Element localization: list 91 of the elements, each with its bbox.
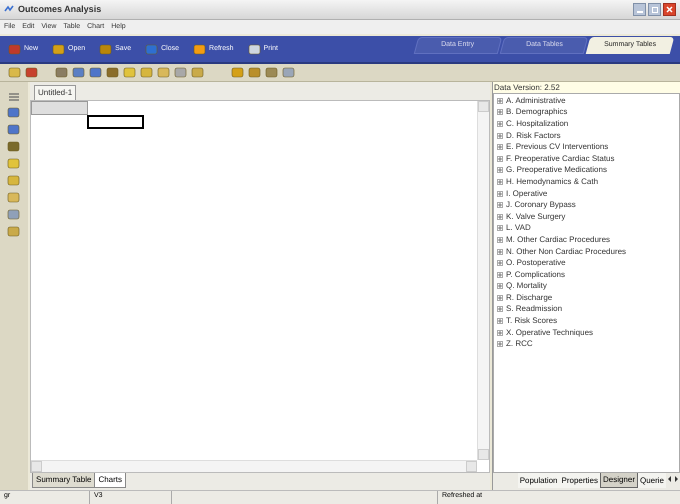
tool-icon[interactable] <box>7 174 21 187</box>
maximize-button[interactable] <box>648 3 661 16</box>
expand-toggle[interactable] <box>497 283 503 290</box>
tree-item[interactable]: K. Valve Surgery <box>506 210 566 223</box>
tool-icon[interactable] <box>52 42 66 56</box>
tool-icon[interactable] <box>248 66 262 79</box>
expand-toggle[interactable] <box>497 178 503 185</box>
tool-icon[interactable] <box>140 66 154 79</box>
tool-icon[interactable] <box>193 42 208 56</box>
tool-icon[interactable] <box>7 106 21 119</box>
tool-icon[interactable] <box>231 66 245 79</box>
expand-toggle[interactable] <box>497 260 503 266</box>
tree-item[interactable]: H. Hemodynamics & Cath <box>506 176 598 188</box>
tree-item[interactable]: Q. Mortality <box>506 280 547 292</box>
vertical-scrollbar[interactable] <box>477 101 489 460</box>
tool-icon[interactable] <box>174 66 188 79</box>
tree-item[interactable]: I. Operative <box>506 188 548 200</box>
tool-icon[interactable] <box>7 225 21 238</box>
expand-toggle[interactable] <box>497 236 503 243</box>
tree-item[interactable]: D. Risk Factors <box>506 130 561 142</box>
panel-tab[interactable]: Designer <box>600 473 638 488</box>
expand-toggle[interactable] <box>497 294 503 301</box>
tool-icon[interactable] <box>7 123 21 136</box>
list-icon[interactable] <box>8 92 20 102</box>
tool-icon[interactable] <box>89 66 103 79</box>
tool-icon[interactable] <box>265 66 279 79</box>
tool-icon[interactable] <box>106 66 120 79</box>
expand-toggle[interactable] <box>497 167 503 174</box>
tree-item[interactable]: S. Readmission <box>506 303 562 316</box>
close-icon <box>666 6 673 13</box>
tree-item[interactable]: C. Hospitalization <box>506 118 568 130</box>
expand-toggle[interactable] <box>497 248 503 255</box>
expand-toggle[interactable] <box>497 132 503 139</box>
tree-item[interactable]: M. Other Cardiac Procedures <box>506 234 610 246</box>
tree-item[interactable]: A. Administrative <box>506 94 566 107</box>
tree-item[interactable]: P. Complications <box>506 268 565 281</box>
tree-item[interactable]: G. Preoperative Medications <box>506 164 607 176</box>
data-version-label: Data Version: 2.52 <box>493 82 680 93</box>
tool-icon[interactable] <box>7 208 21 221</box>
view-tab[interactable]: Summary Table <box>32 473 94 488</box>
panel-tab[interactable]: Querie <box>638 473 666 488</box>
app-icon <box>4 4 14 14</box>
expand-toggle[interactable] <box>497 318 503 324</box>
tool-icon[interactable] <box>123 66 137 79</box>
expand-toggle[interactable] <box>497 156 503 162</box>
tree-item[interactable]: N. Other Non Cardiac Procedures <box>506 246 626 258</box>
tool-icon[interactable] <box>7 191 21 204</box>
tree-item[interactable]: Z. RCC <box>506 338 533 350</box>
tree-item[interactable]: F. Preoperative Cardiac Status <box>506 152 614 165</box>
tool-icon[interactable] <box>157 66 171 79</box>
panel-tab[interactable]: Properties <box>560 473 600 488</box>
panel-tab[interactable]: Population <box>518 473 560 488</box>
expand-toggle[interactable] <box>497 306 503 312</box>
horizontal-scrollbar[interactable] <box>31 460 477 472</box>
tree-item[interactable]: X. Operative Techniques <box>506 326 594 339</box>
expand-toggle[interactable] <box>497 272 503 278</box>
tree-item[interactable]: O. Postoperative <box>506 257 566 270</box>
expand-toggle[interactable] <box>497 120 503 127</box>
tool-icon[interactable] <box>191 66 205 79</box>
window-title: Outcomes Analysis <box>18 2 102 16</box>
expand-toggle[interactable] <box>497 330 503 336</box>
expand-toggle[interactable] <box>497 98 503 104</box>
tool-icon[interactable] <box>7 157 21 170</box>
tree-item[interactable]: E. Previous CV Interventions <box>506 141 608 154</box>
expand-toggle[interactable] <box>497 225 503 232</box>
minimize-button[interactable] <box>633 3 646 16</box>
tree-item[interactable]: R. Discharge <box>506 292 552 304</box>
tree-item[interactable]: T. Risk Scores <box>506 315 558 328</box>
tree-item[interactable]: J. Coronary Bypass <box>506 199 576 212</box>
tool-icon[interactable] <box>282 66 296 79</box>
expand-toggle[interactable] <box>497 202 503 208</box>
expand-toggle[interactable] <box>497 190 503 197</box>
scroll-arrows-icon[interactable] <box>666 473 680 485</box>
tool-icon[interactable] <box>55 66 69 79</box>
tool-icon[interactable] <box>7 140 21 153</box>
expand-toggle[interactable] <box>497 109 503 116</box>
expand-toggle[interactable] <box>497 341 503 348</box>
header-cell[interactable] <box>31 101 88 115</box>
selected-cell[interactable] <box>87 115 144 129</box>
expand-toggle[interactable] <box>497 214 503 220</box>
tool-icon[interactable] <box>99 42 114 56</box>
tool-icon[interactable] <box>25 66 39 79</box>
view-tab[interactable]: Charts <box>94 473 126 488</box>
tree-item[interactable]: B. Demographics <box>506 106 568 118</box>
tool-icon[interactable] <box>248 42 262 56</box>
close-button[interactable] <box>663 3 676 16</box>
expand-toggle[interactable] <box>497 144 503 150</box>
tree-item[interactable]: L. VAD <box>506 222 531 234</box>
document-tab[interactable]: Untitled-1 <box>34 85 76 100</box>
tool-icon[interactable] <box>72 66 86 79</box>
tool-icon[interactable] <box>8 66 22 79</box>
